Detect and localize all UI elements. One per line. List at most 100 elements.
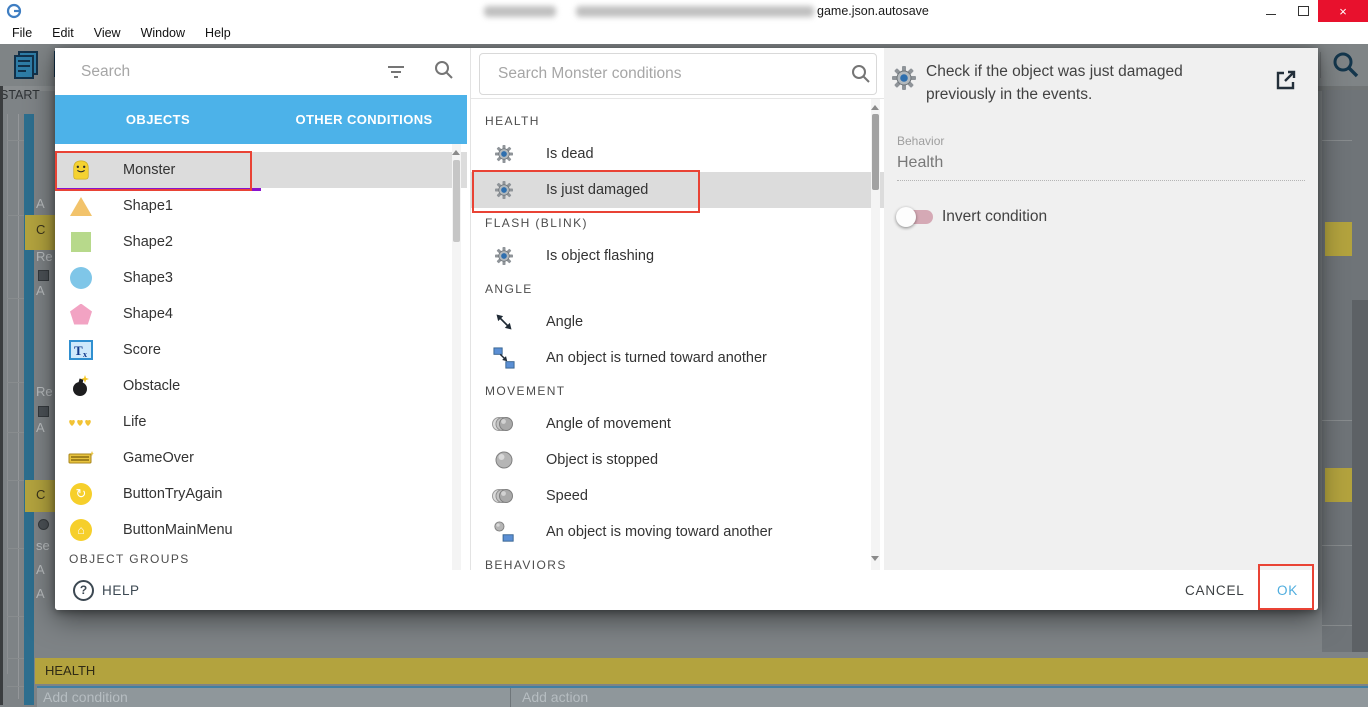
object-item-buttontryagain[interactable]: ↻ ButtonTryAgain: [55, 476, 467, 512]
objects-panel: OBJECTS OTHER CONDITIONS Monster Shape1: [55, 48, 467, 570]
tree-tick: [7, 140, 24, 141]
help-button[interactable]: ? HELP: [73, 570, 140, 610]
maximize-button[interactable]: [1288, 0, 1318, 22]
event-tree-guide: [7, 114, 8, 674]
scroll-up-icon[interactable]: [871, 105, 879, 110]
ok-button[interactable]: OK: [1269, 570, 1306, 610]
close-button[interactable]: ×: [1318, 0, 1368, 22]
objects-scrollbar-thumb[interactable]: [453, 160, 460, 242]
condition-item-angle-of-movement[interactable]: Angle of movement: [471, 406, 885, 442]
object-item-gameover[interactable]: GameOver: [55, 440, 467, 476]
section-header-health: HEALTH: [485, 114, 540, 128]
text-object-icon: Tx: [68, 336, 94, 364]
add-action-button[interactable]: Add action: [522, 689, 588, 705]
condition-item-is-dead[interactable]: Is dead: [471, 136, 885, 172]
conditions-search-input[interactable]: [496, 61, 830, 87]
event-text-fragment: A: [36, 420, 45, 435]
title-bar: game.json.autosave ×: [0, 0, 1368, 22]
window-title: game.json.autosave: [817, 4, 929, 18]
comment-row: [1325, 468, 1352, 502]
condition-item-is-just-damaged[interactable]: Is just damaged: [471, 172, 885, 208]
object-item-obstacle[interactable]: Obstacle: [55, 368, 467, 404]
movement-circles-icon: [491, 483, 517, 509]
object-item-score[interactable]: Tx Score: [55, 332, 467, 368]
event-text-fragment: Re: [36, 249, 53, 264]
redacted-title-segment: [576, 6, 814, 17]
search-toolbar-icon[interactable]: [1330, 49, 1362, 81]
event-text-fragment: se: [36, 538, 50, 553]
home-button-icon: ⌂: [68, 516, 94, 544]
menu-edit[interactable]: Edit: [44, 24, 82, 42]
svg-text:T: T: [74, 343, 83, 358]
add-condition-action-row: Add condition Add action: [37, 686, 1368, 707]
tree-tick: [7, 215, 24, 216]
object-groups-header: OBJECT GROUPS: [69, 552, 190, 566]
condition-item-turned-toward[interactable]: An object is turned toward another: [471, 340, 885, 376]
object-item-shape2[interactable]: Shape2: [55, 224, 467, 260]
conditions-scrollbar-thumb[interactable]: [872, 114, 879, 190]
angle-arrows-icon: [491, 309, 517, 335]
object-label: Score: [123, 342, 161, 358]
picker-tab-bar: OBJECTS OTHER CONDITIONS: [55, 95, 467, 191]
condition-item-object-is-stopped[interactable]: Object is stopped: [471, 442, 885, 478]
objects-list: Monster Shape1 Shape2 Shape3 Shape4 T x …: [55, 144, 467, 570]
condition-label: Angle of movement: [546, 416, 671, 432]
menu-help[interactable]: Help: [197, 24, 239, 42]
menu-file[interactable]: File: [4, 24, 40, 42]
help-label: HELP: [102, 582, 140, 598]
search-icon[interactable]: [850, 63, 872, 90]
object-label: GameOver: [123, 450, 194, 466]
health-comment-row[interactable]: HEALTH: [35, 658, 1368, 684]
project-manager-icon[interactable]: [12, 49, 44, 81]
object-label: Obstacle: [123, 378, 181, 394]
object-item-shape3[interactable]: Shape3: [55, 260, 467, 296]
hearts-icon: [68, 408, 94, 436]
tree-tick: [7, 686, 24, 687]
object-label: ButtonMainMenu: [123, 522, 233, 538]
event-row-line: [1322, 545, 1352, 546]
object-item-buttonmainmenu[interactable]: ⌂ ButtonMainMenu: [55, 512, 467, 548]
event-text-fragment: A: [36, 283, 45, 298]
add-condition-button[interactable]: Add condition: [43, 689, 128, 705]
filter-icon[interactable]: [385, 61, 407, 86]
bomb-icon: [68, 372, 94, 400]
monster-icon: [68, 156, 94, 184]
condition-item-is-object-flashing[interactable]: Is object flashing: [471, 238, 885, 274]
condition-label: Speed: [546, 488, 588, 504]
help-icon: ?: [73, 579, 94, 601]
object-label: Shape2: [123, 234, 173, 250]
menu-window[interactable]: Window: [133, 24, 193, 42]
open-external-icon[interactable]: [1274, 68, 1298, 97]
event-text-fragment: Re: [36, 384, 53, 399]
behavior-gear-icon: [491, 243, 517, 269]
invert-condition-toggle[interactable]: [896, 207, 933, 227]
section-header-movement: MOVEMENT: [485, 384, 566, 398]
condition-item-speed[interactable]: Speed: [471, 478, 885, 514]
tab-objects[interactable]: OBJECTS: [55, 95, 261, 144]
health-comment-label: HEALTH: [45, 663, 96, 678]
panel-edge: [0, 86, 3, 705]
condition-item-moving-toward[interactable]: An object is moving toward another: [471, 514, 885, 550]
objects-search-input[interactable]: [79, 58, 373, 86]
scroll-up-icon[interactable]: [452, 150, 460, 155]
events-scrollbar[interactable]: [1352, 300, 1368, 652]
search-icon[interactable]: [433, 59, 455, 86]
object-item-monster[interactable]: Monster: [55, 152, 467, 188]
menu-view[interactable]: View: [86, 24, 129, 42]
behavior-value[interactable]: Health: [897, 154, 943, 172]
tab-other-conditions[interactable]: OTHER CONDITIONS: [261, 95, 467, 144]
event-row-line: [1322, 140, 1352, 141]
behavior-gear-icon: [491, 177, 517, 203]
cancel-button[interactable]: CANCEL: [1177, 570, 1253, 610]
event-row-line: [1322, 420, 1352, 421]
event-text-fragment: A: [36, 196, 45, 211]
minimize-button[interactable]: [1256, 0, 1286, 22]
condition-description: Check if the object was just damaged pre…: [926, 63, 1183, 103]
object-item-shape4[interactable]: Shape4: [55, 296, 467, 332]
object-item-shape1[interactable]: Shape1: [55, 188, 467, 224]
object-item-life[interactable]: Life: [55, 404, 467, 440]
event-icon: [38, 406, 49, 417]
condition-item-angle[interactable]: Angle: [471, 304, 885, 340]
retry-button-icon: ↻: [68, 480, 94, 508]
scroll-down-icon[interactable]: [871, 556, 879, 561]
